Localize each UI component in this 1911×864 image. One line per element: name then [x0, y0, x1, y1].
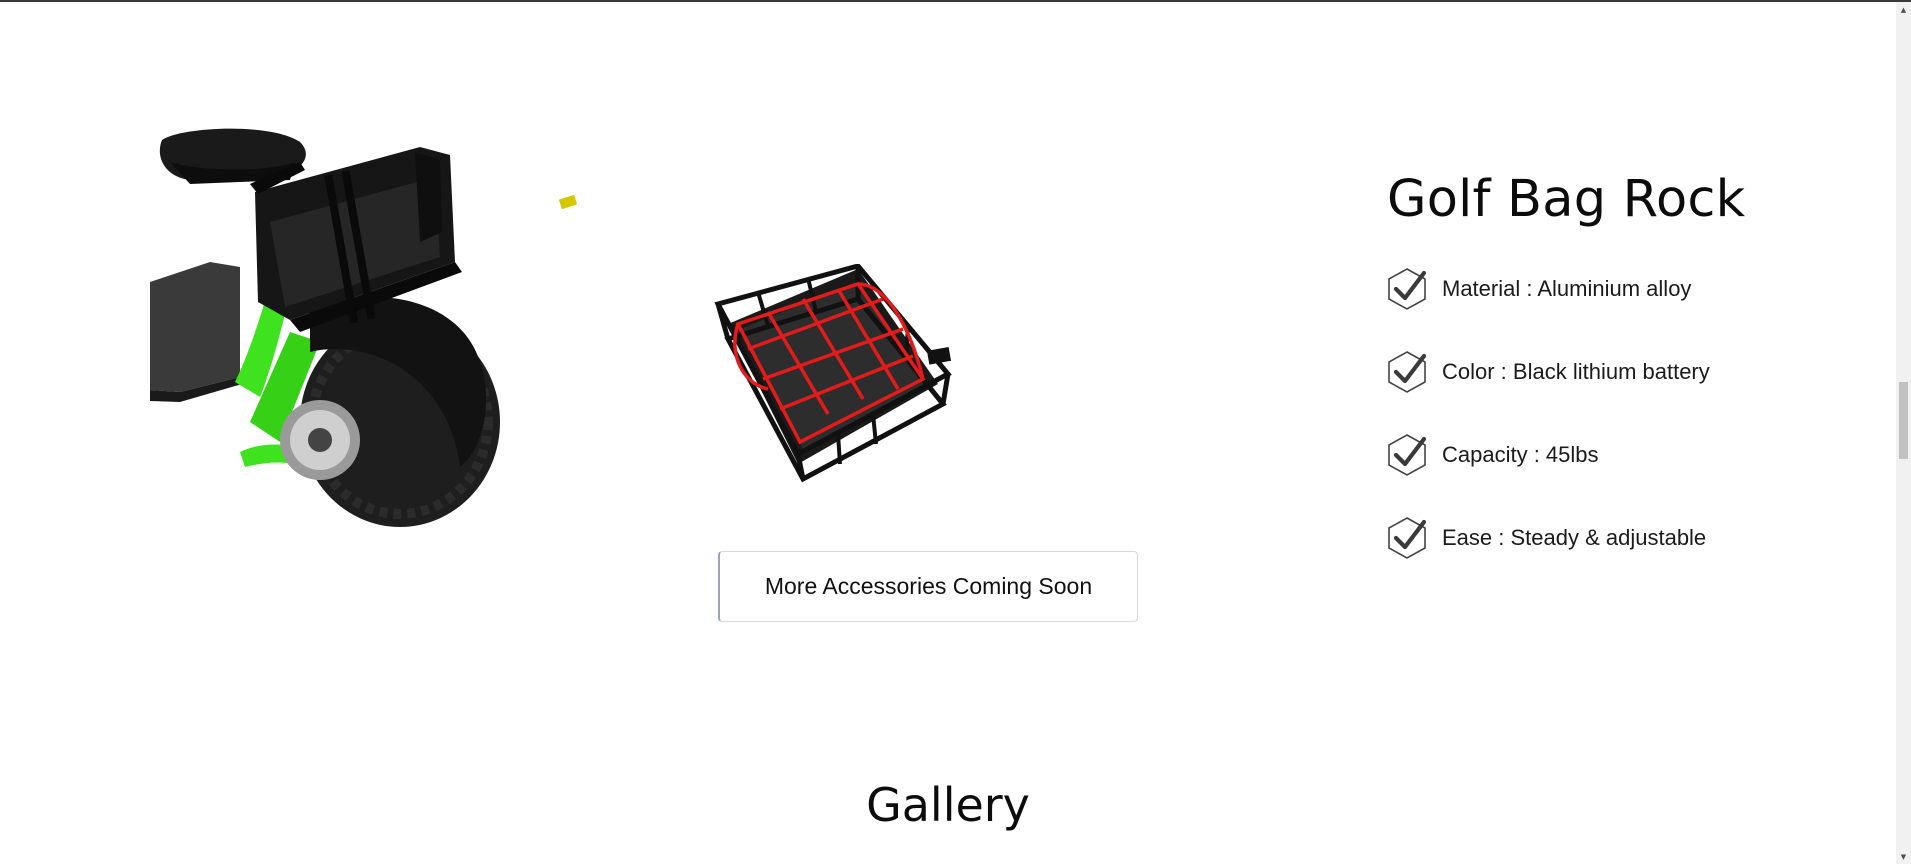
- feature-item-material: Material : Aluminium alloy: [1386, 266, 1710, 312]
- scrollbar-thumb[interactable]: [1899, 382, 1908, 459]
- feature-item-color: Color : Black lithium battery: [1386, 349, 1710, 395]
- scooter-rear-rack-image: [150, 128, 578, 527]
- feature-item-capacity: Capacity : 45lbs: [1386, 432, 1710, 478]
- scroll-up-arrow-icon[interactable]: ▲: [1896, 2, 1911, 17]
- feature-text: Ease : Steady & adjustable: [1442, 525, 1707, 550]
- checkmark-hexagon-icon: [1388, 434, 1427, 476]
- checkmark-hexagon-icon: [1388, 268, 1427, 310]
- scroll-down-arrow-icon[interactable]: ▼: [1896, 849, 1911, 864]
- feature-text: Capacity : 45lbs: [1442, 442, 1599, 467]
- feature-text: Color : Black lithium battery: [1442, 359, 1710, 384]
- product-title: Golf Bag Rock: [1387, 170, 1746, 229]
- checkmark-hexagon-icon: [1388, 517, 1427, 559]
- feature-list: Material : Aluminium alloy Color : Black…: [1386, 266, 1710, 598]
- vertical-scrollbar[interactable]: ▲ ▼: [1896, 2, 1911, 864]
- checkmark-hexagon-icon: [1388, 351, 1427, 393]
- feature-text: Material : Aluminium alloy: [1442, 276, 1692, 301]
- gallery-heading: Gallery: [866, 778, 1030, 832]
- page: More Accessories Coming Soon Golf Bag Ro…: [0, 0, 1911, 864]
- basket-accessory-image: [714, 264, 952, 483]
- feature-item-ease: Ease : Steady & adjustable: [1386, 515, 1710, 561]
- more-accessories-button[interactable]: More Accessories Coming Soon: [718, 551, 1138, 622]
